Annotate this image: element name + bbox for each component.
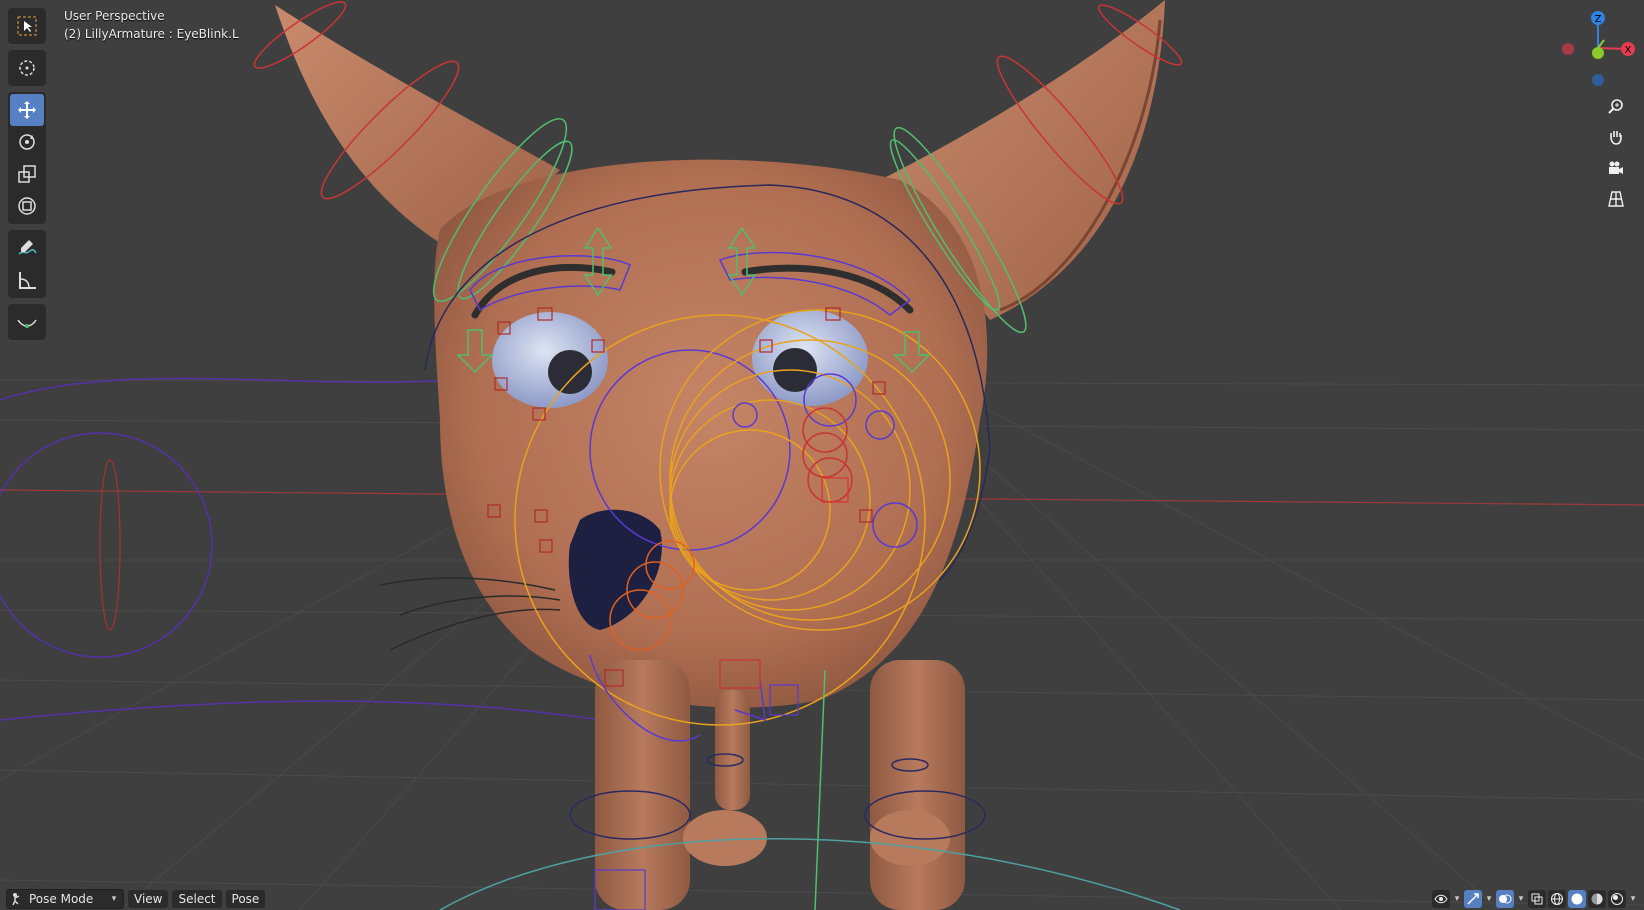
xray-toggle-button[interactable]	[1528, 890, 1546, 908]
camera-view-button[interactable]	[1602, 154, 1630, 182]
zoom-icon	[1608, 99, 1623, 114]
chevron-down-icon[interactable]: ▾	[1452, 894, 1462, 904]
pan-button[interactable]	[1602, 123, 1630, 151]
measure-tool[interactable]	[10, 264, 44, 296]
viewport-header-right: ▾ ▾ ▾ ▾	[1432, 888, 1638, 910]
rendered-sphere-icon	[1611, 893, 1623, 905]
eye-icon	[1434, 894, 1448, 904]
select-box-icon	[17, 16, 37, 36]
visibility-button[interactable]	[1432, 890, 1450, 908]
annotate-tool[interactable]	[10, 232, 44, 264]
rotate-tool[interactable]	[10, 126, 44, 158]
grid-icon	[1608, 191, 1624, 207]
tool-group-annotate	[8, 230, 46, 298]
solid-sphere-icon	[1571, 893, 1583, 905]
hand-icon	[1610, 131, 1622, 145]
3d-viewport[interactable]: User Perspective (2) LillyArmature : Eye…	[0, 0, 1644, 910]
chevron-down-icon: ▾	[111, 894, 117, 904]
pose-mode-icon	[12, 893, 20, 906]
tool-group-relax	[8, 304, 46, 340]
menu-select[interactable]: Select	[172, 890, 222, 908]
gizmo-toggle-button[interactable]	[1464, 890, 1482, 908]
shading-wireframe-button[interactable]	[1548, 890, 1566, 908]
select-box-tool[interactable]	[10, 10, 44, 42]
tool-shelf	[8, 8, 46, 346]
relax-icon	[17, 319, 37, 328]
cursor-tool[interactable]	[10, 52, 44, 84]
tool-group-select	[8, 8, 46, 44]
annotate-icon	[18, 240, 37, 255]
tool-group-cursor	[8, 50, 46, 86]
wireframe-sphere-icon	[1551, 893, 1563, 905]
transform-tool[interactable]	[10, 190, 44, 222]
navigation-gizmo[interactable]: Z X	[1524, 0, 1644, 100]
viewport-header-left: Pose Mode ▾ View Select Pose	[6, 888, 266, 910]
scale-icon	[18, 165, 36, 183]
scene-render[interactable]	[0, 0, 1644, 910]
cursor-icon	[19, 60, 35, 76]
navigation-tools	[1602, 92, 1632, 216]
chevron-down-icon[interactable]: ▾	[1484, 894, 1494, 904]
perspective-label: User Perspective	[64, 9, 165, 23]
chevron-down-icon[interactable]: ▾	[1628, 894, 1638, 904]
neg-z-axis-handle[interactable]	[1592, 74, 1604, 86]
chevron-down-icon[interactable]: ▾	[1516, 894, 1526, 904]
shading-rendered-button[interactable]	[1608, 890, 1626, 908]
active-object-label: (2) LillyArmature : EyeBlink.L	[64, 27, 239, 41]
y-axis-handle[interactable]	[1592, 47, 1604, 59]
zoom-button[interactable]	[1602, 92, 1630, 120]
move-icon	[18, 101, 36, 119]
perspective-toggle-button[interactable]	[1602, 185, 1630, 213]
overlays-icon	[1499, 894, 1512, 904]
rotate-icon	[19, 134, 35, 150]
z-axis-label: Z	[1595, 14, 1602, 25]
material-sphere-icon	[1591, 893, 1603, 905]
overlays-toggle-button[interactable]	[1496, 890, 1514, 908]
shading-solid-button[interactable]	[1568, 890, 1586, 908]
menu-view[interactable]: View	[128, 890, 169, 908]
x-axis-label: X	[1625, 45, 1632, 56]
relax-tool[interactable]	[10, 306, 44, 338]
shading-material-button[interactable]	[1588, 890, 1606, 908]
tool-group-transform	[8, 92, 46, 224]
menu-pose[interactable]: Pose	[225, 890, 266, 908]
mode-selector-label: Pose Mode	[29, 892, 94, 906]
gizmo-icon	[1467, 893, 1479, 905]
scale-tool[interactable]	[10, 158, 44, 190]
xray-icon	[1531, 893, 1543, 905]
camera-icon	[1609, 161, 1623, 174]
mode-selector[interactable]: Pose Mode ▾	[6, 889, 124, 909]
transform-icon	[18, 197, 36, 215]
neg-x-axis-handle[interactable]	[1562, 43, 1574, 55]
measure-icon	[19, 272, 36, 289]
move-tool[interactable]	[10, 94, 44, 126]
